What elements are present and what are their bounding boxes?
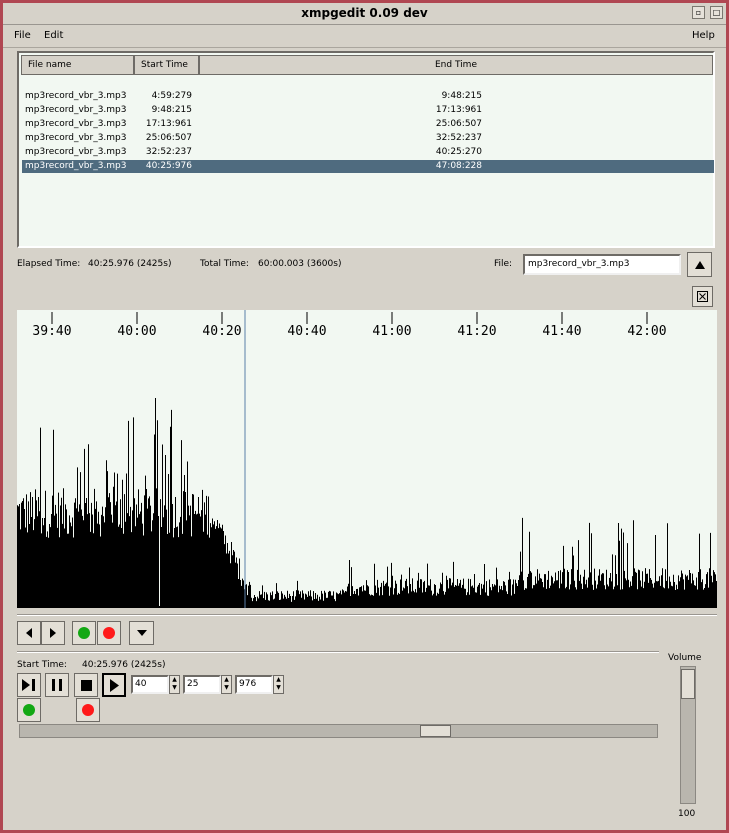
triangle-down-icon	[136, 630, 147, 636]
triangle-right-icon	[50, 628, 56, 638]
table-cell-end: 47:08:228	[435, 161, 482, 171]
table-cell-start: 25:06:507	[145, 133, 192, 143]
column-header-start-time[interactable]: Start Time	[134, 55, 199, 75]
volume-slider-thumb[interactable]	[681, 669, 695, 699]
mark-end-button[interactable]	[97, 621, 121, 645]
stop-icon	[80, 679, 92, 691]
table-row[interactable]: mp3record_vbr_3.mp3 32:52:237 40:25:270	[22, 146, 714, 159]
elapsed-time-value: 40:25.976 (2425s)	[88, 259, 172, 269]
timeline-tick-label: 40:00	[117, 324, 156, 339]
start-time-value: 40:25.976 (2425s)	[82, 660, 166, 670]
menu-bar: File Edit Help	[3, 25, 726, 48]
close-icon	[697, 291, 708, 302]
timeline-tick-label: 41:40	[542, 324, 581, 339]
maximize-button[interactable]: □	[710, 6, 723, 19]
stop-button[interactable]	[74, 673, 98, 697]
elapsed-time-label: Elapsed Time:	[17, 259, 81, 269]
table-cell-end: 9:48:215	[441, 91, 482, 101]
separator	[17, 614, 717, 616]
volume-label: Volume	[668, 653, 702, 663]
timeline-tick-label: 42:00	[627, 324, 666, 339]
column-header-end-time[interactable]: End Time	[199, 55, 713, 75]
volume-value: 100	[678, 809, 696, 819]
timeline-tick-label: 41:00	[372, 324, 411, 339]
play-pause-button[interactable]	[17, 673, 41, 697]
minimize-icon: ▫	[695, 8, 702, 17]
separator	[17, 651, 659, 653]
play-button[interactable]	[102, 673, 126, 697]
pause-icon	[52, 679, 62, 691]
green-dot-icon	[78, 627, 90, 639]
table-cell-start: 17:13:961	[145, 119, 192, 129]
total-time-label: Total Time:	[200, 259, 249, 269]
timeline-tick-label: 39:40	[32, 324, 71, 339]
green-dot-icon	[23, 704, 35, 716]
seconds-field[interactable]: 25	[183, 675, 221, 694]
table-cell-file: mp3record_vbr_3.mp3	[25, 105, 127, 115]
menu-help[interactable]: Help	[692, 30, 715, 41]
volume-slider[interactable]	[680, 666, 696, 804]
table-cell-start: 9:48:215	[151, 105, 192, 115]
timeline-tick-label: 40:20	[202, 324, 241, 339]
table-cell-start: 32:52:237	[145, 147, 192, 157]
timeline-tick-label: 41:20	[457, 324, 496, 339]
mark-start-button[interactable]	[72, 621, 96, 645]
minutes-arrows[interactable]: ▲ ▼	[169, 675, 180, 694]
position-scrollbar[interactable]	[19, 724, 658, 738]
seconds-arrows[interactable]: ▲ ▼	[221, 675, 232, 694]
play-icon	[109, 678, 119, 692]
position-scroll-thumb[interactable]	[420, 725, 451, 737]
close-waveform-button[interactable]	[692, 286, 713, 307]
minimize-button[interactable]: ▫	[692, 6, 705, 19]
play-pause-icon	[22, 679, 35, 691]
table-row[interactable]: mp3record_vbr_3.mp3 9:48:215 17:13:961	[22, 104, 714, 117]
timeline-tick-label: 40:40	[287, 324, 326, 339]
file-name-field[interactable]: mp3record_vbr_3.mp3	[523, 254, 681, 275]
red-dot-icon	[103, 627, 115, 639]
table-cell-file: mp3record_vbr_3.mp3	[25, 119, 127, 129]
set-end-button[interactable]	[76, 698, 100, 722]
table-cell-end: 40:25:270	[435, 147, 482, 157]
menu-file[interactable]: File	[14, 30, 31, 41]
red-dot-icon	[82, 704, 94, 716]
spinner-arrows-icon: ▲ ▼	[172, 676, 177, 691]
table-cell-start: 40:25:976	[145, 161, 192, 171]
pause-button[interactable]	[45, 673, 69, 697]
table-cell-file: mp3record_vbr_3.mp3	[25, 161, 127, 171]
nudge-right-button[interactable]	[41, 621, 65, 645]
set-start-button[interactable]	[17, 698, 41, 722]
table-cell-end: 32:52:237	[435, 133, 482, 143]
table-row[interactable]: mp3record_vbr_3.mp3 40:25:976 47:08:228	[22, 160, 714, 173]
table-cell-file: mp3record_vbr_3.mp3	[25, 91, 127, 101]
title-bar[interactable]: xmpgedit 0.09 dev ▫ □	[3, 3, 726, 25]
column-header-file-name[interactable]: File name	[21, 55, 134, 75]
millis-arrows[interactable]: ▲ ▼	[273, 675, 284, 694]
minutes-field[interactable]: 40	[131, 675, 169, 694]
waveform-view[interactable]: 39:40 40:00 40:20 40:40 41:00 41:20 41:40 42:00	[17, 310, 717, 608]
window-title: xmpgedit 0.09 dev	[301, 6, 428, 20]
file-label: File:	[494, 259, 513, 269]
dropdown-button[interactable]	[129, 621, 154, 645]
spinner-arrows-icon: ▲ ▼	[224, 676, 229, 691]
total-time-value: 60:00.003 (3600s)	[258, 259, 342, 269]
table-cell-file: mp3record_vbr_3.mp3	[25, 133, 127, 143]
file-up-button[interactable]	[687, 252, 712, 277]
table-cell-start: 4:59:279	[151, 91, 192, 101]
table-row[interactable]: mp3record_vbr_3.mp3 17:13:961 25:06:507	[22, 118, 714, 131]
nudge-left-button[interactable]	[17, 621, 41, 645]
triangle-left-icon	[26, 628, 32, 638]
triangle-up-icon	[694, 260, 705, 269]
maximize-icon: □	[712, 8, 721, 17]
millis-field[interactable]: 976	[235, 675, 273, 694]
spinner-arrows-icon: ▲ ▼	[276, 676, 281, 691]
table-row[interactable]: mp3record_vbr_3.mp3 25:06:507 32:52:237	[22, 132, 714, 145]
app-window: xmpgedit 0.09 dev ▫ □ File Edit Help Fil…	[0, 0, 729, 833]
table-cell-file: mp3record_vbr_3.mp3	[25, 147, 127, 157]
segment-list[interactable]: File name Start Time End Time mp3record_…	[17, 51, 715, 248]
table-cell-end: 17:13:961	[435, 105, 482, 115]
table-row[interactable]: mp3record_vbr_3.mp3 4:59:279 9:48:215	[22, 90, 714, 103]
start-time-label: Start Time:	[17, 660, 67, 670]
table-cell-end: 25:06:507	[435, 119, 482, 129]
menu-edit[interactable]: Edit	[44, 30, 63, 41]
